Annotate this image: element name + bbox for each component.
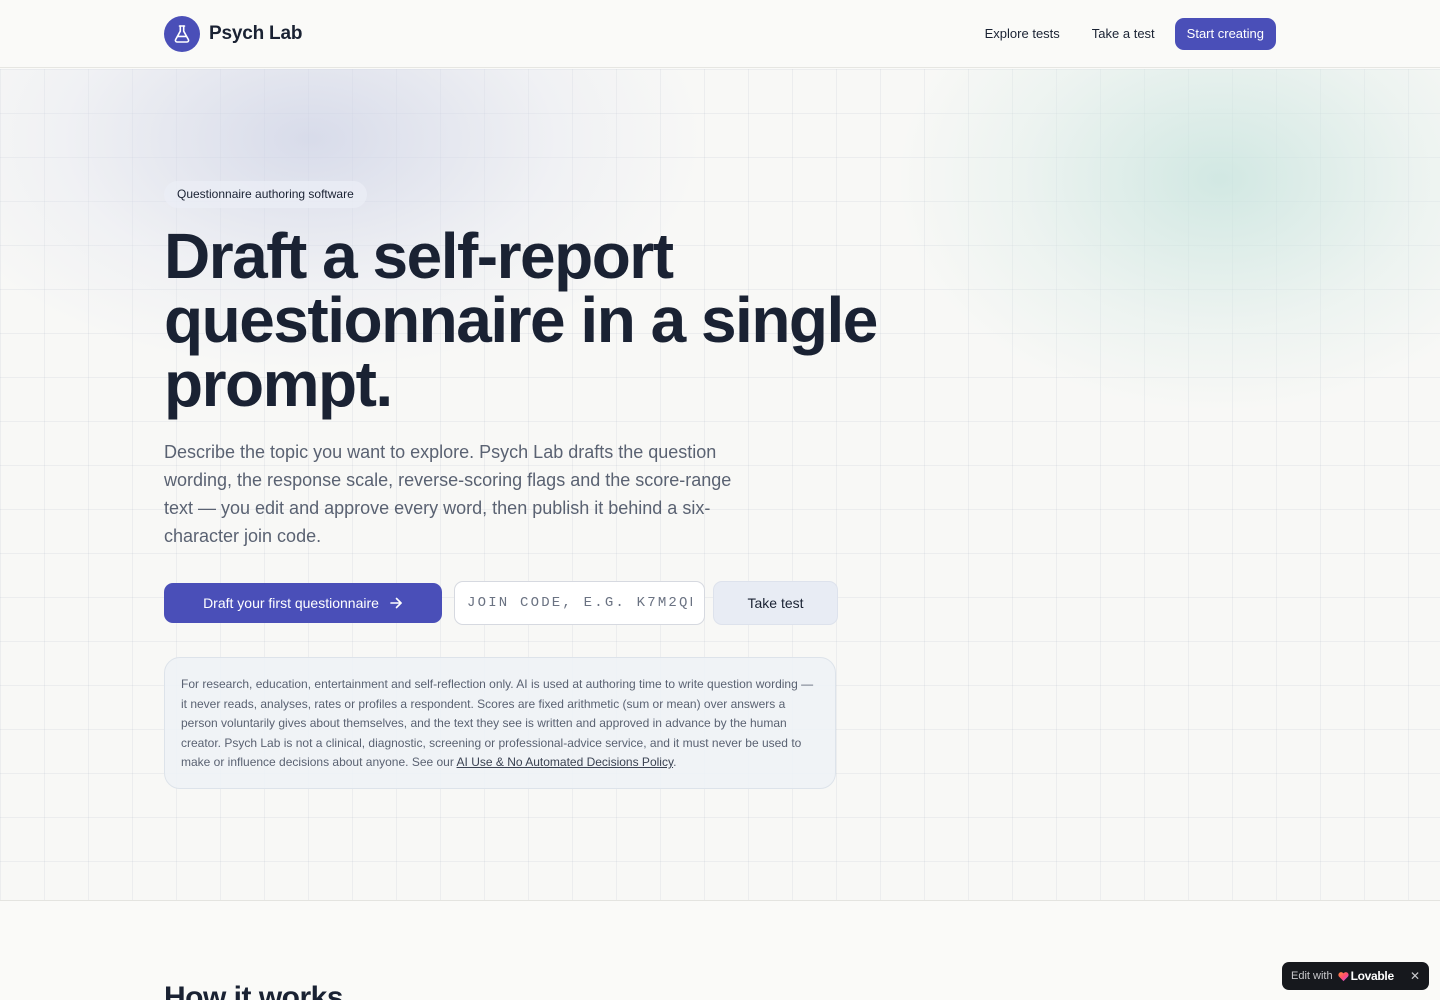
take-test-button[interactable]: Take test bbox=[713, 581, 838, 625]
nav-explore-tests[interactable]: Explore tests bbox=[985, 18, 1060, 50]
hero-eyebrow-badge: Questionnaire authoring software bbox=[164, 181, 367, 208]
disclaimer-end: . bbox=[673, 755, 677, 769]
badge-brand: Lovable bbox=[1350, 969, 1395, 983]
badge-edit-label: Edit with bbox=[1291, 970, 1333, 982]
start-creating-button[interactable]: Start creating bbox=[1174, 18, 1276, 50]
close-icon[interactable]: ✕ bbox=[1410, 968, 1420, 984]
draft-questionnaire-label: Draft your first questionnaire bbox=[203, 595, 379, 611]
join-code-input[interactable] bbox=[454, 581, 705, 625]
how-it-works-title: How it works bbox=[164, 981, 344, 1000]
draft-questionnaire-button[interactable]: Draft your first questionnaire bbox=[164, 583, 442, 623]
hero-glow-right bbox=[900, 69, 1440, 409]
brand[interactable]: Psych Lab bbox=[164, 16, 302, 52]
edit-with-lovable-badge[interactable]: Edit with Lovable ✕ bbox=[1282, 962, 1429, 990]
arrow-right-icon bbox=[389, 596, 403, 610]
site-header: Psych Lab Explore tests Take a test Star… bbox=[0, 0, 1440, 68]
main-nav: Explore tests Take a test Start creating bbox=[985, 18, 1276, 50]
ai-use-policy-link[interactable]: AI Use & No Automated Decisions Policy bbox=[457, 755, 674, 769]
flask-icon bbox=[164, 16, 200, 52]
hero-description: Describe the topic you want to explore. … bbox=[164, 442, 732, 546]
hero-divider bbox=[0, 900, 1440, 901]
heart-icon bbox=[1338, 971, 1349, 982]
disclaimer-box: For research, education, entertainment a… bbox=[164, 657, 836, 789]
hero-headline: Draft a self-report questionnaire in a s… bbox=[164, 220, 878, 420]
nav-take-a-test[interactable]: Take a test bbox=[1092, 18, 1155, 50]
brand-name: Psych Lab bbox=[209, 23, 303, 44]
